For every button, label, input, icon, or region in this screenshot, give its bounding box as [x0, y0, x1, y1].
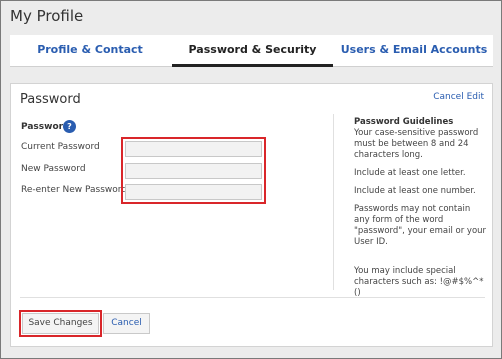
- guideline-restrictions: Passwords may not contain any form of th…: [354, 204, 487, 247]
- current-password-input[interactable]: [125, 141, 262, 157]
- password-guidelines: Password Guidelines Your case-sensitive …: [354, 117, 488, 255]
- guideline-length: Your case-sensitive password must be bet…: [354, 128, 479, 160]
- help-icon[interactable]: ?: [63, 120, 76, 133]
- tab-profile-contact[interactable]: Profile & Contact: [10, 35, 170, 67]
- cancel-edit-link[interactable]: Cancel Edit: [433, 92, 484, 102]
- guideline-number: Include at least one number.: [354, 186, 476, 196]
- tab-bar: Profile & Contact Password & Security Us…: [10, 35, 493, 67]
- reenter-password-label: Re-enter New Password: [21, 185, 128, 195]
- window-frame: My Profile Profile & Contact Password & …: [0, 0, 502, 359]
- save-changes-button[interactable]: Save Changes: [22, 313, 99, 334]
- guideline-letter: Include at least one letter.: [354, 168, 466, 178]
- vertical-divider: [333, 114, 334, 290]
- new-password-label: New Password: [21, 164, 86, 174]
- page-title: My Profile: [10, 7, 84, 25]
- tab-users-email-accounts[interactable]: Users & Email Accounts: [335, 35, 493, 67]
- new-password-input[interactable]: [125, 163, 262, 179]
- guideline-special-characters: You may include special characters such …: [354, 266, 484, 298]
- current-password-label: Current Password: [21, 142, 100, 152]
- panel-title: Password: [20, 92, 81, 107]
- guidelines-title: Password Guidelines: [354, 117, 454, 127]
- horizontal-divider: [20, 297, 485, 298]
- tab-password-security[interactable]: Password & Security: [172, 35, 333, 67]
- password-panel: Password Cancel Edit Password ? Current …: [10, 83, 493, 347]
- cancel-button[interactable]: Cancel: [103, 313, 150, 334]
- reenter-password-input[interactable]: [125, 184, 262, 200]
